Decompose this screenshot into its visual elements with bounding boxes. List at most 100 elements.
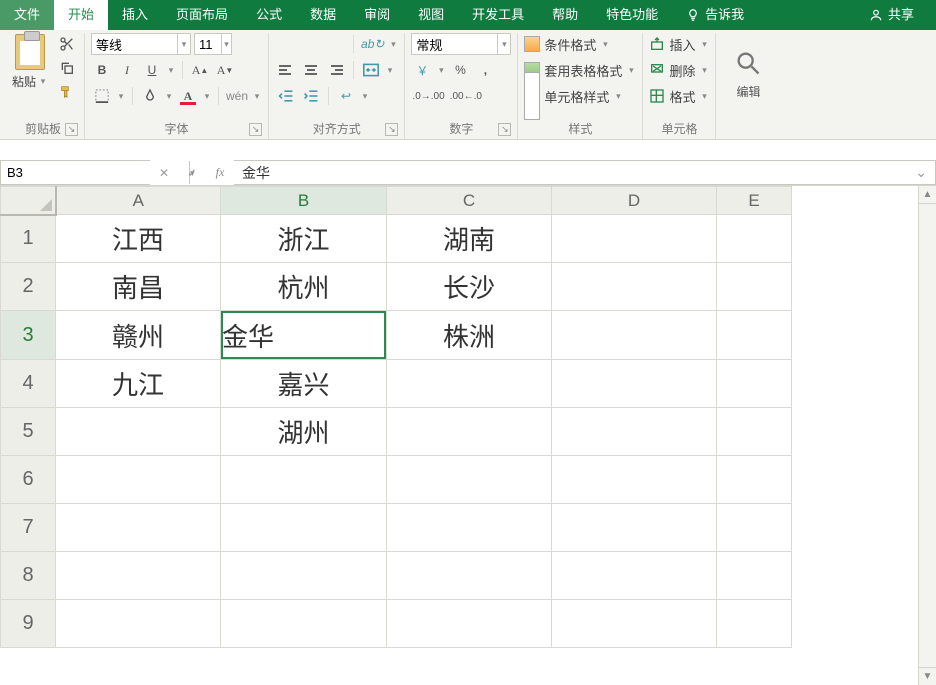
phonetic-button[interactable]: wén — [225, 85, 249, 107]
accounting-format-button[interactable]: ￥ — [411, 59, 433, 81]
wrap-text-button[interactable]: ↩ — [335, 85, 357, 107]
tab-file[interactable]: 文件 — [0, 0, 54, 30]
cell[interactable] — [387, 456, 552, 504]
conditional-format-button[interactable]: 条件格式▾ — [524, 33, 636, 55]
expand-formula-icon[interactable]: ⌄ — [915, 164, 927, 181]
cell[interactable]: 嘉兴 — [221, 360, 387, 408]
format-painter-button[interactable] — [56, 81, 78, 103]
row-header[interactable]: 2 — [1, 263, 56, 311]
chevron-down-icon[interactable]: ▾ — [116, 91, 126, 102]
number-format-select[interactable]: ▾ — [411, 33, 511, 55]
font-size-select[interactable]: ▾ — [194, 33, 232, 55]
cell[interactable] — [387, 552, 552, 600]
cell[interactable] — [717, 215, 792, 263]
select-all-corner[interactable] — [1, 187, 56, 215]
cell[interactable]: 株洲 — [387, 311, 552, 360]
chevron-down-icon[interactable]: ▾ — [360, 91, 370, 102]
cell[interactable] — [221, 600, 387, 648]
cell[interactable]: 湖州 — [221, 408, 387, 456]
delete-cells-button[interactable]: 删除▾ — [649, 59, 709, 81]
tab-formulas[interactable]: 公式 — [242, 0, 296, 30]
column-header[interactable]: E — [717, 187, 792, 215]
cell[interactable]: 南昌 — [56, 263, 221, 311]
tab-review[interactable]: 审阅 — [350, 0, 404, 30]
comma-style-button[interactable]: , — [474, 59, 496, 81]
cell[interactable]: 湖南 — [387, 215, 552, 263]
italic-button[interactable]: I — [116, 59, 138, 81]
cell[interactable] — [552, 360, 717, 408]
chevron-down-icon[interactable]: ▾ — [436, 65, 446, 76]
decrease-decimal-button[interactable]: .00←.0 — [449, 85, 483, 107]
cell[interactable]: 浙江 — [221, 215, 387, 263]
tab-page-layout[interactable]: 页面布局 — [162, 0, 242, 30]
cell[interactable] — [221, 456, 387, 504]
percent-button[interactable]: % — [449, 59, 471, 81]
insert-cells-button[interactable]: 插入▾ — [649, 33, 709, 55]
row-header[interactable]: 7 — [1, 504, 56, 552]
cell[interactable] — [56, 552, 221, 600]
confirm-formula-button[interactable]: ✓ — [178, 161, 206, 185]
find-select-button[interactable]: 编辑 — [722, 33, 774, 115]
align-top-button[interactable] — [275, 33, 297, 55]
fill-color-button[interactable] — [139, 85, 161, 107]
dialog-launcher-icon[interactable]: ↘ — [498, 123, 511, 136]
column-header[interactable]: B — [221, 187, 387, 215]
row-header[interactable]: 8 — [1, 552, 56, 600]
scroll-down-icon[interactable]: ▼ — [919, 667, 936, 685]
cell[interactable] — [552, 456, 717, 504]
cell[interactable] — [552, 311, 717, 360]
increase-font-button[interactable]: A▲ — [189, 59, 211, 81]
chevron-down-icon[interactable]: ▾ — [252, 91, 262, 102]
cell[interactable] — [717, 311, 792, 360]
cell[interactable] — [552, 552, 717, 600]
cell[interactable] — [717, 456, 792, 504]
increase-decimal-button[interactable]: .0→.00 — [411, 85, 445, 107]
column-header[interactable]: D — [552, 187, 717, 215]
cell[interactable] — [56, 456, 221, 504]
cell[interactable] — [552, 215, 717, 263]
cell[interactable] — [717, 408, 792, 456]
cell[interactable] — [552, 408, 717, 456]
cell[interactable] — [387, 360, 552, 408]
tab-home[interactable]: 开始 — [54, 0, 108, 30]
cell[interactable] — [56, 408, 221, 456]
row-header[interactable]: 4 — [1, 360, 56, 408]
cell[interactable]: 九江 — [56, 360, 221, 408]
cell[interactable]: 金华 — [221, 311, 386, 359]
cell[interactable] — [717, 504, 792, 552]
tab-data[interactable]: 数据 — [296, 0, 350, 30]
bold-button[interactable]: B — [91, 59, 113, 81]
cell[interactable] — [717, 600, 792, 648]
increase-indent-button[interactable] — [300, 85, 322, 107]
cell[interactable] — [387, 504, 552, 552]
cell[interactable] — [221, 552, 387, 600]
row-header[interactable]: 5 — [1, 408, 56, 456]
row-header[interactable]: 9 — [1, 600, 56, 648]
chevron-down-icon[interactable]: ▾ — [388, 39, 398, 50]
scroll-up-icon[interactable]: ▲ — [919, 186, 936, 204]
chevron-down-icon[interactable]: ▾ — [497, 34, 510, 54]
cell[interactable] — [552, 263, 717, 311]
align-left-button[interactable] — [275, 59, 297, 81]
format-cells-button[interactable]: 格式▾ — [649, 85, 709, 107]
tab-help[interactable]: 帮助 — [538, 0, 592, 30]
font-name-input[interactable] — [92, 37, 177, 52]
cell[interactable]: 赣州 — [56, 311, 221, 360]
chevron-down-icon[interactable]: ▾ — [385, 65, 395, 76]
font-size-input[interactable] — [195, 37, 221, 52]
tab-insert[interactable]: 插入 — [108, 0, 162, 30]
cell[interactable] — [552, 504, 717, 552]
format-as-table-button[interactable]: 套用表格格式▾ — [524, 59, 636, 81]
tab-view[interactable]: 视图 — [404, 0, 458, 30]
share-button[interactable]: 共享 — [855, 0, 928, 30]
chevron-down-icon[interactable]: ▾ — [164, 91, 174, 102]
chevron-down-icon[interactable]: ▾ — [166, 65, 176, 76]
tab-special[interactable]: 特色功能 — [592, 0, 672, 30]
column-header[interactable]: C — [387, 187, 552, 215]
formula-input[interactable]: 金华 ⌄ — [234, 160, 936, 185]
font-color-button[interactable]: A — [177, 85, 199, 107]
merge-button[interactable] — [360, 59, 382, 81]
row-header[interactable]: 3 — [1, 311, 56, 360]
tab-devtools[interactable]: 开发工具 — [458, 0, 538, 30]
align-middle-button[interactable] — [300, 33, 322, 55]
